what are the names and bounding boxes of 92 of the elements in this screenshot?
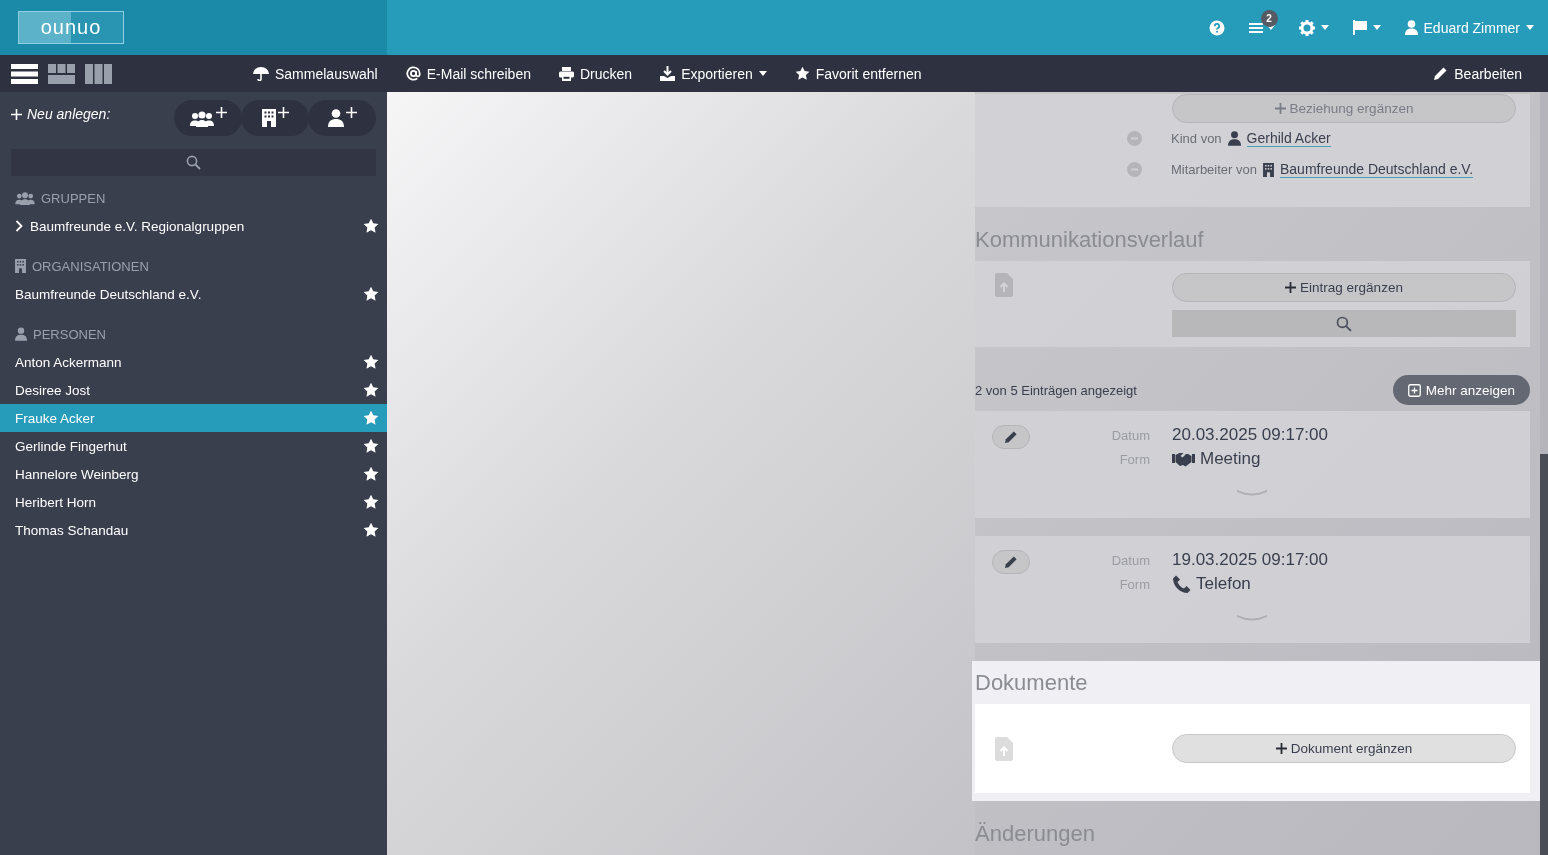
tile-view-icon[interactable] bbox=[48, 63, 75, 84]
date-value: 19.03.2025 09:17:00 bbox=[1172, 550, 1328, 570]
plus-icon bbox=[215, 107, 227, 118]
edit-button[interactable] bbox=[992, 425, 1030, 449]
edit-button[interactable] bbox=[992, 550, 1030, 574]
relation-label: Mitarbeiter von bbox=[1171, 162, 1257, 177]
building-icon bbox=[15, 259, 26, 273]
add-document-button[interactable]: Dokument ergänzen bbox=[1172, 734, 1516, 763]
show-more-button[interactable]: Mehr anzeigen bbox=[1392, 375, 1530, 405]
toolbar-button[interactable]: Favorit entfernen bbox=[782, 61, 934, 86]
person-icon bbox=[1404, 20, 1418, 35]
section-heading: GRUPPEN bbox=[41, 190, 106, 206]
date-value: 20.03.2025 09:17:00 bbox=[1172, 425, 1328, 445]
sidebar-item[interactable]: Baumfreunde e.V. Regionalgruppen bbox=[0, 212, 387, 240]
star-icon bbox=[794, 66, 810, 81]
chevron-icon[interactable] bbox=[15, 220, 23, 232]
toolbar-button[interactable]: Sammelauswahl bbox=[241, 61, 390, 86]
sidebar-item[interactable]: Gerlinde Fingerhut bbox=[0, 432, 387, 460]
section-heading: ORGANISATIONEN bbox=[32, 258, 149, 274]
plus-icon bbox=[1274, 103, 1286, 114]
group-icon bbox=[15, 191, 35, 205]
toolbar-button[interactable]: Exportieren bbox=[648, 61, 779, 86]
caret-icon bbox=[1266, 25, 1275, 30]
pencil-icon bbox=[1004, 430, 1018, 444]
caret-icon bbox=[758, 71, 767, 76]
column-view-icon[interactable] bbox=[85, 63, 112, 84]
toolbar-button[interactable]: Drucken bbox=[547, 61, 645, 86]
at-sign-icon bbox=[405, 66, 421, 81]
list-view-icon[interactable] bbox=[11, 63, 38, 84]
phone-icon bbox=[1172, 574, 1191, 594]
building-icon bbox=[261, 109, 276, 127]
scrollbar[interactable] bbox=[1540, 92, 1548, 855]
toolbar-button[interactable]: E-Mail schreiben bbox=[393, 61, 543, 86]
entry-count: 2 von 5 Einträgen angezeigt bbox=[975, 382, 1137, 398]
star-icon[interactable] bbox=[363, 466, 379, 482]
plus-icon bbox=[11, 108, 22, 120]
add-entry-button[interactable]: Eintrag ergänzen bbox=[1172, 273, 1516, 302]
sidebar-item[interactable]: Baumfreunde Deutschland e.V. bbox=[0, 280, 387, 308]
handshake-icon bbox=[1172, 451, 1195, 467]
printer-icon bbox=[559, 66, 574, 81]
section-title: Kommunikationsverlauf bbox=[975, 227, 1205, 253]
search-icon bbox=[1336, 315, 1352, 332]
plus-icon bbox=[1275, 743, 1287, 754]
list-icon[interactable] bbox=[1248, 21, 1263, 34]
form-value: Telefon bbox=[1196, 574, 1251, 594]
sidebar-item[interactable]: Thomas Schandau bbox=[0, 516, 387, 544]
relation-label: Kind von bbox=[1171, 131, 1222, 146]
sidebar-item[interactable]: Heribert Horn bbox=[0, 488, 387, 516]
person-icon bbox=[1227, 131, 1241, 146]
flag-icon[interactable] bbox=[1352, 20, 1367, 35]
star-icon[interactable] bbox=[363, 286, 379, 302]
relation-link[interactable]: Gerhild Acker bbox=[1246, 130, 1331, 147]
plus-square-icon bbox=[1407, 383, 1421, 397]
edit-button[interactable]: Bearbeiten bbox=[1421, 61, 1534, 86]
caret-icon bbox=[1526, 25, 1534, 30]
star-icon[interactable] bbox=[363, 494, 379, 510]
caret-icon bbox=[1372, 25, 1381, 30]
search-icon bbox=[186, 155, 201, 170]
help-icon[interactable] bbox=[1208, 19, 1225, 36]
building-icon bbox=[1263, 162, 1274, 177]
add-person-button[interactable] bbox=[308, 100, 376, 136]
add-group-button[interactable] bbox=[174, 100, 242, 136]
pencil-icon bbox=[1433, 66, 1449, 81]
search-field[interactable] bbox=[11, 149, 376, 176]
star-icon[interactable] bbox=[363, 382, 379, 398]
relation-link[interactable]: Baumfreunde Deutschland e.V. bbox=[1280, 161, 1474, 178]
sidebar-item[interactable]: Anton Ackermann bbox=[0, 348, 387, 376]
settings-icon[interactable] bbox=[1298, 19, 1315, 36]
umbrella-icon bbox=[253, 66, 269, 81]
sidebar-item[interactable]: Hannelore Weinberg bbox=[0, 460, 387, 488]
caret-icon bbox=[1320, 25, 1329, 30]
star-icon[interactable] bbox=[363, 218, 379, 234]
star-icon[interactable] bbox=[363, 522, 379, 538]
new-label: Neu anlegen: bbox=[27, 106, 111, 122]
star-icon[interactable] bbox=[363, 410, 379, 426]
star-icon[interactable] bbox=[363, 438, 379, 454]
person-icon bbox=[327, 109, 344, 127]
notification-badge: 2 bbox=[1260, 9, 1278, 27]
group-icon bbox=[189, 109, 214, 127]
plus-icon bbox=[277, 107, 289, 118]
scrollbar-thumb[interactable] bbox=[1540, 454, 1548, 855]
form-value: Meeting bbox=[1200, 449, 1261, 469]
plus-icon bbox=[345, 107, 357, 118]
sidebar-item[interactable]: Desiree Jost bbox=[0, 376, 387, 404]
plus-icon bbox=[1285, 282, 1297, 293]
section-title: Dokumente bbox=[975, 670, 1089, 696]
person-icon bbox=[15, 327, 27, 341]
download-icon bbox=[660, 66, 676, 81]
star-icon[interactable] bbox=[363, 354, 379, 370]
search-field[interactable] bbox=[1172, 310, 1516, 337]
section-heading: PERSONEN bbox=[33, 326, 106, 342]
pencil-icon bbox=[1004, 555, 1018, 569]
